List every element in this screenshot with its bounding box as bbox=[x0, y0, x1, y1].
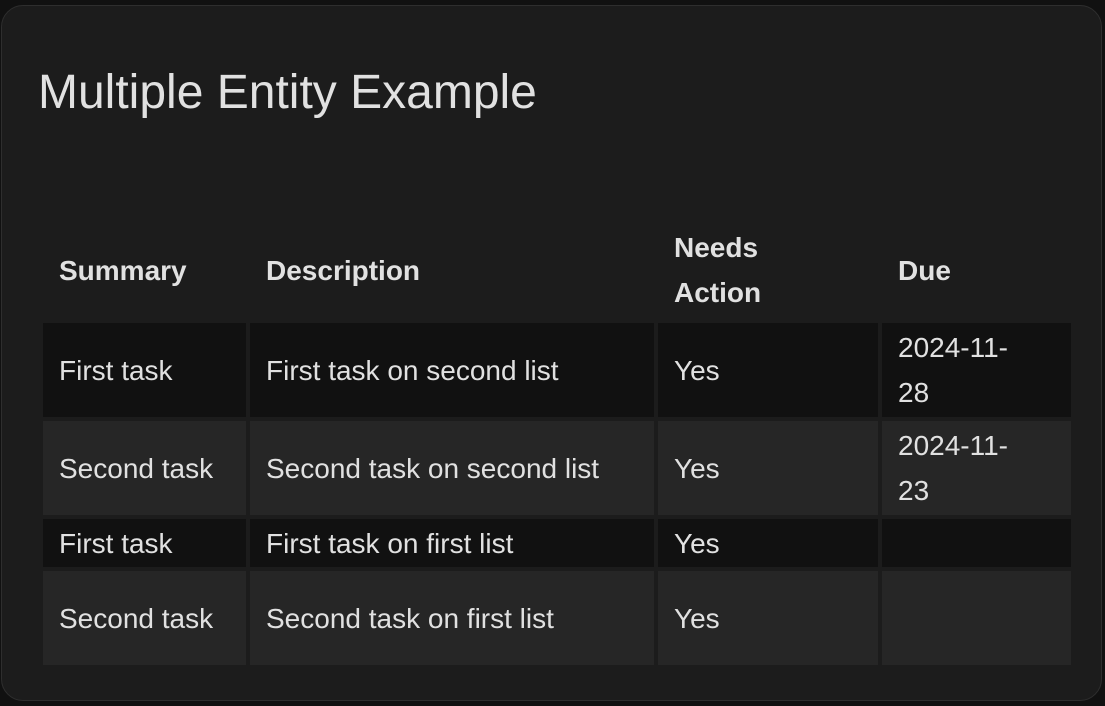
cell-needs-action: Yes bbox=[658, 323, 878, 417]
cell-needs-action: Yes bbox=[658, 519, 878, 567]
tasks-table: Summary Description Needs Action Due Fir… bbox=[39, 219, 1075, 669]
table-row[interactable]: First task First task on first list Yes bbox=[43, 519, 1071, 567]
cell-description: Second task on second list bbox=[250, 421, 654, 515]
column-header-needs-action[interactable]: Needs Action bbox=[658, 223, 878, 319]
cell-summary: Second task bbox=[43, 421, 246, 515]
cell-description: First task on second list bbox=[250, 323, 654, 417]
cell-due: 2024-11-28 bbox=[882, 323, 1071, 417]
cell-due bbox=[882, 571, 1071, 665]
column-header-summary[interactable]: Summary bbox=[43, 223, 246, 319]
cell-needs-action: Yes bbox=[658, 571, 878, 665]
cell-summary: Second task bbox=[43, 571, 246, 665]
entity-card: Multiple Entity Example Summary Descript… bbox=[1, 5, 1102, 701]
table-row[interactable]: Second task Second task on second list Y… bbox=[43, 421, 1071, 515]
column-header-description[interactable]: Description bbox=[250, 223, 654, 319]
cell-due: 2024-11-23 bbox=[882, 421, 1071, 515]
cell-due bbox=[882, 519, 1071, 567]
table-row[interactable]: First task First task on second list Yes… bbox=[43, 323, 1071, 417]
cell-description: First task on first list bbox=[250, 519, 654, 567]
table-header-row: Summary Description Needs Action Due bbox=[43, 223, 1071, 319]
table-row[interactable]: Second task Second task on first list Ye… bbox=[43, 571, 1071, 665]
card-title: Multiple Entity Example bbox=[38, 66, 537, 119]
cell-summary: First task bbox=[43, 323, 246, 417]
cell-needs-action: Yes bbox=[658, 421, 878, 515]
cell-summary: First task bbox=[43, 519, 246, 567]
column-header-due[interactable]: Due bbox=[882, 223, 1071, 319]
cell-description: Second task on first list bbox=[250, 571, 654, 665]
